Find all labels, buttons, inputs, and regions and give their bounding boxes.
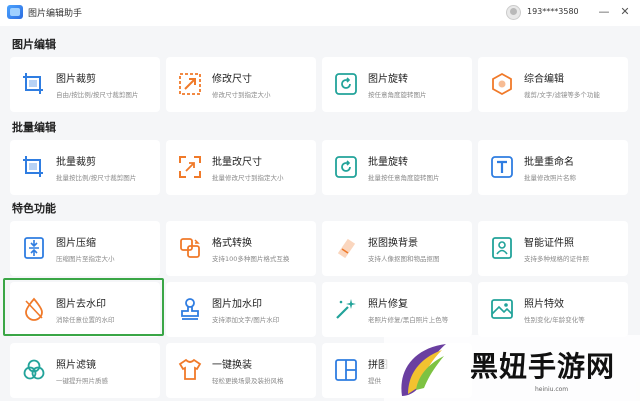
minimize-button[interactable]: — <box>597 4 611 20</box>
card-title: 智能证件照 <box>524 238 574 249</box>
card-effects[interactable]: 照片特效 性别变化/年龄变化等 <box>478 282 628 337</box>
card-desc: 提供 <box>368 377 381 385</box>
eraser-icon <box>337 238 356 259</box>
card-outfit[interactable]: 一键换装 轻松更换场景及装扮风格 <box>166 343 316 398</box>
rotate-icon <box>335 156 357 178</box>
stamp-icon <box>181 298 199 320</box>
magic-wand-icon <box>336 299 356 319</box>
card-restore[interactable]: 照片修复 老照片修复/黑白照片上色等 <box>322 282 472 337</box>
id-photo-icon <box>492 237 512 259</box>
card-title: 批量旋转 <box>368 157 408 168</box>
card-desc: 压缩图片至指定大小 <box>56 255 115 263</box>
card-filter[interactable]: 照片滤镜 一键提升照片质感 <box>10 343 160 398</box>
card-desc: 支持添加文字/图片水印 <box>212 316 280 324</box>
edit-icon <box>492 72 512 96</box>
card-desc: 修改尺寸到指定大小 <box>212 91 271 99</box>
card-batch-resize[interactable]: 批量改尺寸 批量修改尺寸到指定大小 <box>166 140 316 195</box>
watermark-logo-icon <box>401 344 446 396</box>
app-logo-icon <box>7 5 23 19</box>
card-title: 批量裁剪 <box>56 157 96 168</box>
card-desc: 支持100多种图片格式互换 <box>212 255 290 263</box>
card-title: 综合编辑 <box>524 74 564 85</box>
card-desc: 自由/按比例/按尺寸裁剪图片 <box>56 91 139 99</box>
section-title-image-edit: 图片编辑 <box>12 38 56 51</box>
card-desc: 按任意角度旋转图片 <box>368 91 427 99</box>
card-desc: 支持人像抠图和物品抠图 <box>368 255 440 263</box>
card-title: 图片压缩 <box>56 238 96 249</box>
card-batch-rotate[interactable]: 批量旋转 批量按任意角度旋转图片 <box>322 140 472 195</box>
card-title: 图片加水印 <box>212 299 262 310</box>
section-title-batch-edit: 批量编辑 <box>12 121 56 134</box>
card-desc: 批量按任意角度旋转图片 <box>368 174 440 182</box>
card-cutout[interactable]: 抠图换背景 支持人像抠图和物品抠图 <box>322 221 472 276</box>
rotate-icon <box>335 73 357 95</box>
card-composite-edit[interactable]: 综合编辑 裁剪/文字/滤镜等多个功能 <box>478 57 628 112</box>
card-title: 一键换装 <box>212 360 252 371</box>
filter-icon <box>23 359 45 380</box>
card-title: 照片特效 <box>524 299 564 310</box>
shirt-icon <box>178 358 202 380</box>
avatar[interactable] <box>506 5 521 20</box>
card-desc: 老照片修复/黑白照片上色等 <box>368 316 449 324</box>
card-title: 批量改尺寸 <box>212 157 262 168</box>
close-button[interactable]: ✕ <box>618 4 632 20</box>
card-batch-rename[interactable]: 批量重命名 批量修改照片名称 <box>478 140 628 195</box>
card-title: 批量重命名 <box>524 157 574 168</box>
crop-icon <box>23 156 43 177</box>
card-batch-crop[interactable]: 批量裁剪 批量按比例/按尺寸裁剪图片 <box>10 140 160 195</box>
card-resize[interactable]: 修改尺寸 修改尺寸到指定大小 <box>166 57 316 112</box>
card-desc: 批量修改照片名称 <box>524 174 576 182</box>
resize-icon <box>179 156 201 178</box>
card-title: 图片旋转 <box>368 74 408 85</box>
card-title: 格式转换 <box>212 238 252 249</box>
card-compress[interactable]: 图片压缩 压缩图片至指定大小 <box>10 221 160 276</box>
user-account[interactable]: 193****3580 <box>527 7 579 16</box>
card-title: 图片裁剪 <box>56 74 96 85</box>
card-desc: 性别变化/年龄变化等 <box>524 316 585 324</box>
card-desc: 支持多种规格的证件照 <box>524 255 589 263</box>
effects-icon <box>491 299 513 319</box>
crop-icon <box>23 73 43 94</box>
card-desc: 批量修改尺寸到指定大小 <box>212 174 284 182</box>
card-title: 照片修复 <box>368 299 408 310</box>
watermark-text: 黑妞手游网 <box>470 350 616 383</box>
watermark-url: heiniu.com <box>535 386 569 393</box>
card-title: 修改尺寸 <box>212 74 252 85</box>
app-title: 图片编辑助手 <box>28 9 83 19</box>
card-desc: 一键提升照片质感 <box>56 377 108 385</box>
card-desc: 批量按比例/按尺寸裁剪图片 <box>56 174 137 182</box>
card-add-watermark[interactable]: 图片加水印 支持添加文字/图片水印 <box>166 282 316 337</box>
text-icon <box>491 156 513 178</box>
title-bar: 图片编辑助手 193****3580 — ✕ <box>0 0 640 26</box>
card-desc: 裁剪/文字/滤镜等多个功能 <box>524 91 600 99</box>
compress-icon <box>24 237 44 259</box>
card-title: 抠图换背景 <box>368 238 418 249</box>
card-desc: 轻松更换场景及装扮风格 <box>212 377 284 385</box>
card-rotate[interactable]: 图片旋转 按任意角度旋转图片 <box>322 57 472 112</box>
resize-icon <box>179 73 201 95</box>
selection-highlight <box>3 278 164 336</box>
card-convert[interactable]: 格式转换 支持100多种图片格式互换 <box>166 221 316 276</box>
section-title-features: 特色功能 <box>12 202 56 215</box>
grid-icon <box>335 359 357 381</box>
convert-icon <box>180 238 200 258</box>
card-crop[interactable]: 图片裁剪 自由/按比例/按尺寸裁剪图片 <box>10 57 160 112</box>
card-title: 照片滤镜 <box>56 360 96 371</box>
card-id-photo[interactable]: 智能证件照 支持多种规格的证件照 <box>478 221 628 276</box>
